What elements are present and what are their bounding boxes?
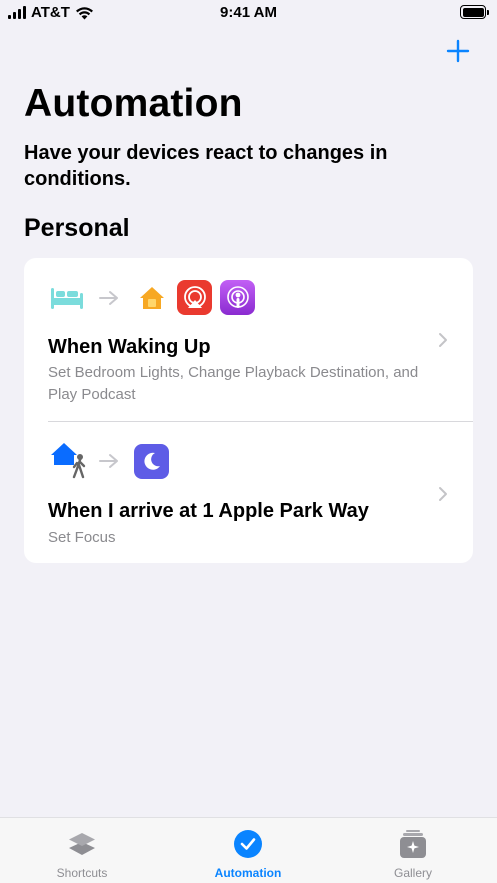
status-bar: AT&T 9:41 AM — [0, 0, 497, 26]
automations-list: When Waking Up Set Bedroom Lights, Chang… — [24, 258, 473, 563]
bed-icon — [51, 287, 83, 309]
arrow-right-icon — [99, 290, 118, 305]
automation-description: Set Bedroom Lights, Change Playback Dest… — [48, 364, 419, 403]
tab-label: Shortcuts — [56, 866, 108, 880]
tab-bar: Shortcuts Automation Gallery — [0, 817, 497, 883]
focus-moon-icon — [134, 443, 169, 479]
page-subtitle: Have your devices react to changes in co… — [24, 142, 388, 190]
plus-icon — [446, 39, 470, 63]
shortcuts-icon — [69, 833, 95, 855]
section-title-personal: Personal — [24, 214, 130, 242]
status-time: 9:41 AM — [220, 4, 277, 21]
airplay-app-icon — [177, 280, 212, 315]
automation-icons — [50, 443, 177, 479]
tab-label: Automation — [214, 866, 282, 880]
tab-automation[interactable]: Automation — [188, 818, 308, 883]
home-app-icon — [134, 280, 169, 315]
automation-row-waking-up[interactable]: When Waking Up Set Bedroom Lights, Chang… — [24, 258, 473, 421]
automation-description: Set Focus — [48, 529, 116, 546]
add-automation-button[interactable] — [444, 37, 472, 65]
tab-shortcuts[interactable]: Shortcuts — [22, 818, 142, 883]
automation-icons — [50, 280, 263, 315]
arrow-right-icon — [99, 454, 118, 468]
arrive-home-icon — [51, 443, 86, 479]
automation-title: When I arrive at 1 Apple Park Way — [48, 500, 369, 522]
chevron-right-icon — [439, 333, 447, 347]
automation-title: When Waking Up — [48, 336, 211, 358]
automation-clock-icon — [234, 830, 262, 858]
gallery-icon — [400, 830, 426, 858]
podcasts-app-icon — [220, 280, 255, 315]
automation-row-arrive[interactable]: When I arrive at 1 Apple Park Way Set Fo… — [24, 421, 473, 563]
tab-gallery[interactable]: Gallery — [353, 818, 473, 883]
tab-label: Gallery — [393, 866, 432, 880]
battery-icon — [460, 5, 489, 19]
chevron-right-icon — [439, 487, 447, 501]
page-title: Automation — [24, 82, 243, 125]
